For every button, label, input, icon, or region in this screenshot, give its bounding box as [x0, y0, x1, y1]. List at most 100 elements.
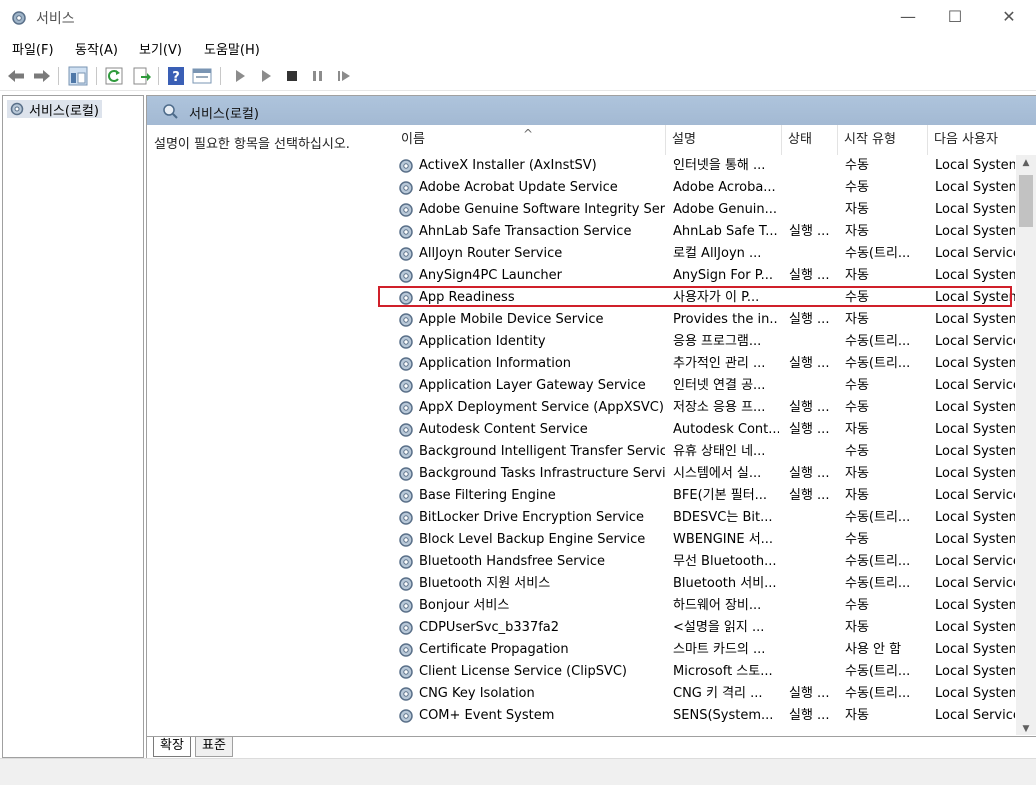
service-description: Autodesk Cont... — [673, 422, 779, 437]
forward-arrow-icon[interactable] — [32, 66, 52, 86]
service-startup-type: 수동(트리... — [845, 576, 911, 591]
properties-icon[interactable] — [192, 66, 212, 86]
service-row[interactable]: AnySign4PC Launcher AnySign For P... 실행 ..… — [395, 265, 1015, 287]
scrollbar-thumb[interactable] — [1019, 175, 1033, 227]
pause-icon[interactable] — [308, 66, 328, 86]
service-row[interactable]: Application Information 추가적인 관리 ... 실행 ...… — [395, 353, 1015, 375]
service-row[interactable]: BitLocker Drive Encryption Service BDESVC… — [395, 507, 1015, 529]
column-header-startup-type[interactable]: 시작 유형 — [838, 125, 928, 155]
service-row[interactable]: AppX Deployment Service (AppXSVC) 저장소 응용 … — [395, 397, 1015, 419]
service-row[interactable]: AhnLab Safe Transaction Service AhnLab Sa… — [395, 221, 1015, 243]
service-status — [789, 507, 839, 529]
service-row[interactable]: Bonjour 서비스 하드웨어 장비... 수동 Local System — [395, 595, 1015, 617]
maximize-button[interactable]: ☐ — [940, 6, 970, 28]
help-icon[interactable]: ? — [166, 66, 186, 86]
refresh-icon[interactable] — [104, 66, 124, 86]
service-logon-as: Local Service — [935, 708, 1015, 723]
service-description: 추가적인 관리 ... — [673, 356, 766, 371]
gear-icon — [399, 181, 413, 195]
service-description: 무선 Bluetooth... — [673, 554, 777, 569]
tab-standard[interactable]: 표준 — [195, 737, 233, 757]
service-row[interactable]: Block Level Backup Engine Service WBENGIN… — [395, 529, 1015, 551]
service-name: AnySign4PC Launcher — [419, 268, 562, 283]
toolbar-separator — [158, 67, 159, 85]
gear-icon — [399, 291, 413, 305]
service-description: 스마트 카드의 ... — [673, 642, 766, 657]
toolbar-separator — [58, 67, 59, 85]
service-name: Bluetooth Handsfree Service — [419, 554, 606, 569]
service-description: Adobe Acroba... — [673, 180, 776, 195]
stop-icon[interactable] — [282, 66, 302, 86]
service-row[interactable]: CNG Key Isolation CNG 키 격리 ... 실행 ... 수동(트리… — [395, 683, 1015, 705]
column-header-description[interactable]: 설명 — [666, 125, 782, 155]
service-description: Bluetooth 서비... — [673, 576, 777, 591]
service-row[interactable]: Adobe Genuine Software Integrity Service… — [395, 199, 1015, 221]
menu-help[interactable]: 도움말(H) — [204, 39, 260, 58]
start-alt-icon[interactable] — [256, 66, 276, 86]
service-row[interactable]: AllJoyn Router Service 로컬 AllJoyn ... 수동(트… — [395, 243, 1015, 265]
gear-icon — [399, 313, 413, 327]
scroll-up-icon[interactable]: ▲ — [1016, 155, 1036, 171]
service-name: CDPUserSvc_b337fa2 — [419, 620, 560, 635]
gear-icon — [399, 401, 413, 415]
service-logon-as: Local Service — [935, 378, 1015, 393]
service-row[interactable]: App Readiness 사용자가 이 P... 수동 Local System — [395, 287, 1015, 309]
tree-item-label: 서비스(로컬) — [29, 103, 99, 119]
export-list-icon[interactable] — [132, 66, 152, 86]
service-row[interactable]: Base Filtering Engine BFE(기본 필터... 실행 ... 자… — [395, 485, 1015, 507]
service-row[interactable]: COM+ Event System SENS(System... 실행 ... 자동 L… — [395, 705, 1015, 727]
close-button[interactable]: ✕ — [994, 6, 1024, 28]
column-header-logon-as[interactable]: 다음 사용자 — [928, 125, 1036, 155]
service-logon-as: Local Service — [935, 334, 1015, 349]
service-name: Base Filtering Engine — [419, 488, 556, 503]
service-logon-as: Local System — [935, 422, 1015, 437]
status-bar — [0, 758, 1036, 785]
service-startup-type: 수동 — [845, 180, 869, 195]
service-row[interactable]: Client License Service (ClipSVC) Microsof… — [395, 661, 1015, 683]
tree-item-services-local[interactable]: 서비스(로컬) — [7, 100, 102, 119]
service-name: COM+ Event System — [419, 708, 555, 723]
description-panel: 설명이 필요한 항목을 선택하십시오. — [154, 137, 350, 152]
gear-icon — [399, 225, 413, 239]
service-row[interactable]: Background Intelligent Transfer Service 유… — [395, 441, 1015, 463]
service-startup-type: 수동 — [845, 158, 869, 173]
service-logon-as: Local System — [935, 180, 1015, 195]
service-row[interactable]: Application Layer Gateway Service 인터넷 연결 … — [395, 375, 1015, 397]
service-row[interactable]: Bluetooth Handsfree Service 무선 Bluetooth.… — [395, 551, 1015, 573]
tab-extended[interactable]: 확장 — [153, 737, 191, 757]
service-row[interactable]: Certificate Propagation 스마트 카드의 ... 사용 안 함… — [395, 639, 1015, 661]
gear-icon — [399, 247, 413, 261]
resume-icon[interactable] — [334, 66, 354, 86]
service-row[interactable]: Adobe Acrobat Update Service Adobe Acroba… — [395, 177, 1015, 199]
service-description: 유휴 상태인 네... — [673, 444, 766, 459]
back-arrow-icon[interactable] — [6, 66, 26, 86]
menu-view[interactable]: 보기(V) — [139, 39, 182, 58]
service-row[interactable]: Application Identity 응용 프로그램... 수동(트리... Lo… — [395, 331, 1015, 353]
service-row[interactable]: CDPUserSvc_b337fa2 <설명을 읽지 ... 자동 Local Sys… — [395, 617, 1015, 639]
menu-action[interactable]: 동작(A) — [75, 39, 118, 58]
service-description: SENS(System... — [673, 708, 774, 723]
service-status: 실행 ... — [789, 488, 830, 503]
minimize-button[interactable]: — — [893, 6, 923, 28]
menu-file[interactable]: 파일(F) — [12, 39, 54, 58]
service-startup-type: 수동 — [845, 378, 869, 393]
scroll-down-icon[interactable]: ▼ — [1016, 721, 1036, 735]
gear-icon — [399, 687, 413, 701]
service-name: Apple Mobile Device Service — [419, 312, 604, 327]
show-hide-tree-icon[interactable] — [68, 66, 88, 86]
service-row[interactable]: ActiveX Installer (AxInstSV) 인터넷을 통해 ... 수… — [395, 155, 1015, 177]
vertical-scrollbar[interactable]: ▲ ▼ — [1016, 155, 1036, 735]
column-header-name[interactable]: ^ 이름 — [395, 125, 666, 155]
column-header-status[interactable]: 상태 — [782, 125, 838, 155]
service-row[interactable]: Bluetooth 지원 서비스 Bluetooth 서비... 수동(트리... L… — [395, 573, 1015, 595]
service-startup-type: 수동 — [845, 400, 869, 415]
service-logon-as: Local System — [935, 620, 1015, 635]
service-logon-as: Local System — [935, 598, 1015, 613]
gear-icon — [399, 643, 413, 657]
service-row[interactable]: Apple Mobile Device Service Provides the … — [395, 309, 1015, 331]
service-logon-as: Local System — [935, 356, 1015, 371]
service-row[interactable]: Background Tasks Infrastructure Service 시… — [395, 463, 1015, 485]
start-icon[interactable] — [230, 66, 250, 86]
service-row[interactable]: Autodesk Content Service Autodesk Cont...… — [395, 419, 1015, 441]
service-description: CNG 키 격리 ... — [673, 686, 763, 701]
